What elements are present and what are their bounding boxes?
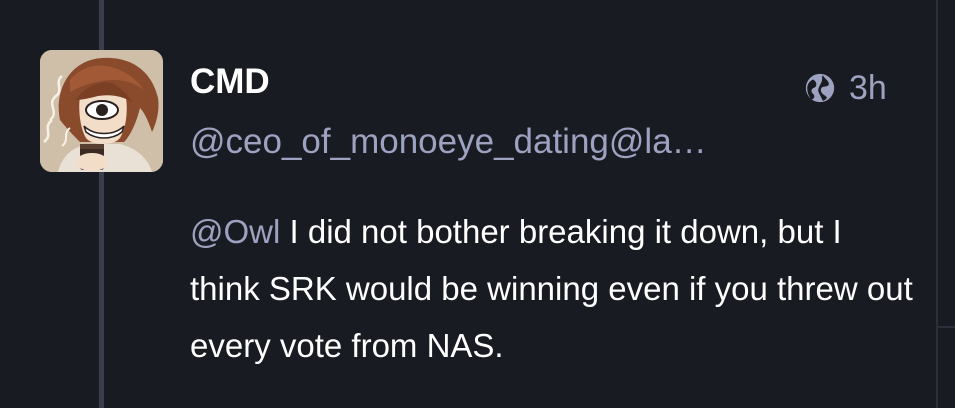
display-name[interactable]: CMD [190, 60, 270, 104]
status-content: @Owl I did not bother breaking it down, … [190, 203, 920, 374]
timestamp[interactable]: 3h [849, 68, 887, 108]
mention-link[interactable]: @Owl [190, 213, 280, 250]
avatar-image [40, 50, 163, 172]
globe-icon [805, 73, 835, 103]
account-handle[interactable]: @ceo_of_monoeye_dating@la… [190, 120, 750, 164]
status-meta[interactable]: 3h [803, 68, 887, 108]
avatar[interactable] [40, 50, 163, 172]
column-border [936, 0, 938, 408]
status-text: I did not bother breaking it down, but I… [190, 213, 913, 364]
divider [938, 326, 955, 328]
